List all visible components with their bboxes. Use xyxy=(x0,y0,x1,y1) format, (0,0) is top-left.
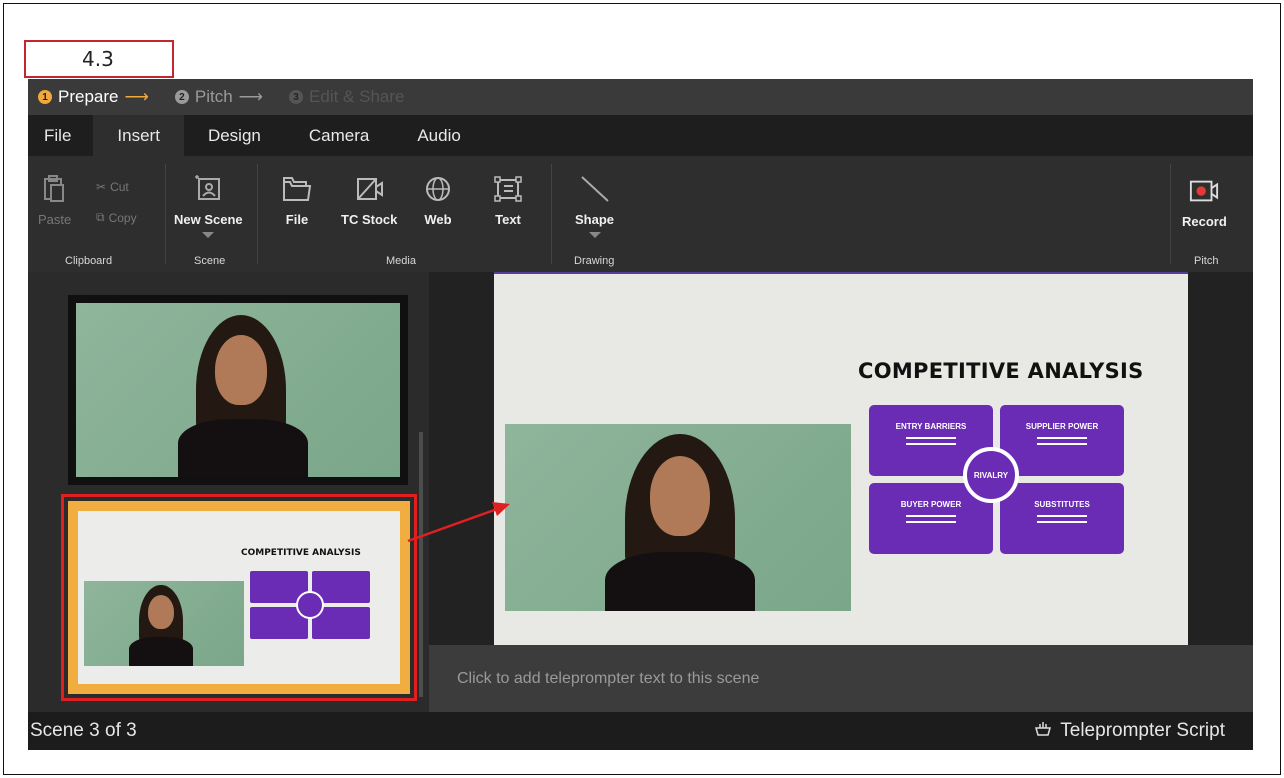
record-button[interactable]: Record xyxy=(1182,176,1227,229)
arrow-right-icon: ⟶ xyxy=(238,87,264,106)
file-button[interactable]: File xyxy=(282,174,312,227)
status-bar: Scene 3 of 3 Teleprompter Script xyxy=(28,712,1253,750)
teleprompter-input[interactable]: Click to add teleprompter text to this s… xyxy=(429,645,1253,712)
step-number: 2 xyxy=(174,90,189,104)
presenter-video-thumbnail xyxy=(76,303,400,477)
step-pitch[interactable]: 2 Pitch ⟶ xyxy=(174,87,264,107)
record-label: Record xyxy=(1182,214,1227,229)
substitutes-box: SUBSTITUTES xyxy=(1000,483,1124,554)
chevron-down-icon xyxy=(202,232,215,238)
copy-label: Copy xyxy=(108,210,137,225)
stock-media-icon xyxy=(354,174,384,204)
globe-icon xyxy=(423,174,453,204)
step-label-edit-share: Edit & Share xyxy=(309,87,405,106)
scissors-icon: ✂ xyxy=(96,180,107,194)
scene-thumbnail-3[interactable]: COMPETITIVE ANALYSIS xyxy=(68,501,410,694)
scene-canvas[interactable]: COMPETITIVE ANALYSIS ENTRY BARRIERS SUPP… xyxy=(429,272,1253,645)
new-scene-icon xyxy=(193,174,223,204)
presenter-figure xyxy=(605,434,755,611)
scene-list-panel: COMPETITIVE ANALYSIS xyxy=(28,272,429,712)
workflow-steps: 1 Prepare ⟶ 2 Pitch ⟶ 3 Edit & Share xyxy=(28,79,1253,115)
copy-icon: ⧉ xyxy=(96,210,105,224)
arrow-right-icon: ⟶ xyxy=(124,87,149,106)
text-label: Text xyxy=(495,212,521,227)
scrollbar[interactable] xyxy=(419,432,423,697)
presenter-figure xyxy=(129,585,193,666)
menu-insert[interactable]: Insert xyxy=(93,115,184,156)
shape-button[interactable]: Shape xyxy=(575,174,614,238)
menu-audio[interactable]: Audio xyxy=(393,115,484,156)
supplier-power-box: SUPPLIER POWER xyxy=(1000,405,1124,476)
group-label-pitch: Pitch xyxy=(1194,255,1219,267)
group-label-drawing: Drawing xyxy=(574,255,615,267)
file-label: File xyxy=(285,212,309,227)
tc-stock-button[interactable]: TC Stock xyxy=(341,174,397,227)
scene-counter: Scene 3 of 3 xyxy=(30,720,137,741)
teleprompter-script-button[interactable]: Teleprompter Script xyxy=(1034,720,1225,742)
thumbnail-photo xyxy=(84,581,244,666)
shape-label: Shape xyxy=(575,212,615,227)
divider xyxy=(165,164,166,264)
thumbnail-title: COMPETITIVE ANALYSIS xyxy=(241,548,361,558)
web-button[interactable]: Web xyxy=(423,174,453,227)
step-edit-share: 3 Edit & Share xyxy=(289,87,404,107)
divider xyxy=(1170,164,1171,264)
box-label: SUBSTITUTES xyxy=(1034,500,1090,509)
slide-title: COMPETITIVE ANALYSIS xyxy=(858,359,1144,383)
text-box-icon xyxy=(493,174,523,204)
copy-button[interactable]: ⧉ Copy xyxy=(96,210,137,225)
line-shape-icon xyxy=(580,174,610,204)
step-label-prepare: Prepare xyxy=(58,87,119,106)
ribbon: Paste ✂ Cut ⧉ Copy Clipboard New Scene Sce… xyxy=(28,156,1253,272)
web-label: Web xyxy=(424,212,452,227)
app-window: 1 Prepare ⟶ 2 Pitch ⟶ 3 Edit & Share Fil… xyxy=(28,79,1253,750)
divider xyxy=(551,164,552,264)
paste-label: Paste xyxy=(38,212,72,227)
menu-design[interactable]: Design xyxy=(184,115,285,156)
step-number: 3 xyxy=(289,90,304,104)
thumbnail-diagram xyxy=(250,571,370,641)
rivalry-circle: RIVALRY xyxy=(963,447,1019,503)
presenter-video[interactable] xyxy=(505,424,851,611)
teleprompter-icon xyxy=(1034,720,1052,742)
step-label: 4.3 xyxy=(24,40,174,78)
slide-preview[interactable]: COMPETITIVE ANALYSIS ENTRY BARRIERS SUPP… xyxy=(494,272,1188,645)
menu-bar: File Insert Design Camera Audio xyxy=(28,115,1253,156)
new-scene-label: New Scene xyxy=(174,212,243,227)
cut-button[interactable]: ✂ Cut xyxy=(96,180,129,194)
menu-camera[interactable]: Camera xyxy=(285,115,393,156)
folder-icon xyxy=(282,174,312,204)
paste-button[interactable]: Paste xyxy=(38,174,71,227)
scene-thumbnail-2[interactable] xyxy=(68,295,408,485)
teleprompter-script-label: Teleprompter Script xyxy=(1060,720,1225,741)
scene-thumbnail-slide: COMPETITIVE ANALYSIS xyxy=(78,511,400,684)
paste-icon xyxy=(40,174,70,204)
box-label: ENTRY BARRIERS xyxy=(895,422,967,431)
text-button[interactable]: Text xyxy=(493,174,523,227)
step-prepare[interactable]: 1 Prepare ⟶ xyxy=(38,87,149,107)
record-camera-icon xyxy=(1189,176,1219,206)
menu-file[interactable]: File xyxy=(28,115,93,156)
tc-stock-label: TC Stock xyxy=(341,212,398,227)
step-label-pitch: Pitch xyxy=(194,87,233,106)
group-label-clipboard: Clipboard xyxy=(65,255,113,267)
selected-scene-highlight: COMPETITIVE ANALYSIS xyxy=(61,494,417,701)
chevron-down-icon xyxy=(588,232,601,238)
group-label-scene: Scene xyxy=(194,255,226,267)
step-number: 1 xyxy=(38,90,52,104)
presenter-figure xyxy=(178,315,308,477)
cut-label: Cut xyxy=(110,180,129,194)
box-label: SUPPLIER POWER xyxy=(1025,422,1099,431)
divider xyxy=(257,164,258,264)
group-label-media: Media xyxy=(386,255,416,267)
new-scene-button[interactable]: New Scene xyxy=(174,174,243,238)
box-label: BUYER POWER xyxy=(900,500,962,509)
